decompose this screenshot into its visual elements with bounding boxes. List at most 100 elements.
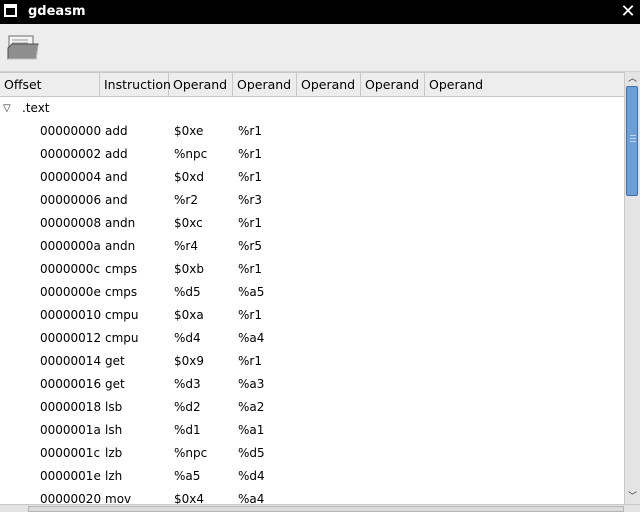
column-header-instruction[interactable]: Instruction [100,73,171,96]
operand-2-cell: %d4 [238,469,265,483]
operand-2-cell: %r1 [238,216,262,230]
instruction-cell: cmpu [105,308,139,322]
offset-cell: 0000000a [40,239,101,253]
operand-2-cell: %r1 [238,170,262,184]
row-list: ▽ .text 00000000 add $0xe %r1 00000002 add %np… [0,97,624,504]
offset-cell: 0000001a [40,423,101,437]
operand-2-cell: %a3 [238,377,265,391]
horizontal-scrollbar[interactable] [0,504,640,512]
instruction-cell: cmps [105,285,138,299]
column-header-operand-1[interactable]: Operand [169,73,233,96]
column-header-operand-5[interactable]: Operand [425,73,624,96]
instruction-cell: lsh [105,423,123,437]
offset-cell: 0000000c [40,262,101,276]
operand-1-cell: %d4 [174,331,201,345]
operand-1-cell: $0xb [174,262,204,276]
instruction-cell: get [105,377,125,391]
column-header-operand-3[interactable]: Operand [297,73,361,96]
operand-2-cell: %a4 [238,492,265,504]
operand-1-cell: $0x9 [174,354,205,368]
operand-1-cell: %a5 [174,469,201,483]
instruction-cell: andn [105,239,136,253]
table-row[interactable]: 00000010 cmpu $0xa %r1 [0,304,624,327]
section-name: .text [22,101,50,115]
operand-2-cell: %a2 [238,400,265,414]
offset-cell: 00000004 [40,170,102,184]
operand-1-cell: %d3 [174,377,201,391]
table-row[interactable]: 00000020 mov $0x4 %a4 [0,488,624,504]
table-row[interactable]: 00000006 and %r2 %r3 [0,189,624,212]
table-row[interactable]: 00000016 get %d3 %a3 [0,373,624,396]
table-row[interactable]: 00000014 get $0x9 %r1 [0,350,624,373]
operand-1-cell: %r4 [174,239,198,253]
operand-2-cell: %r1 [238,124,262,138]
column-header-operand-4[interactable]: Operand [361,73,425,96]
table-row[interactable]: 00000008 andn $0xc %r1 [0,212,624,235]
instruction-cell: add [105,124,128,138]
table-row[interactable]: 0000000c cmps $0xb %r1 [0,258,624,281]
grip-icon [630,135,636,142]
section-row[interactable]: ▽ .text [0,97,624,120]
table-row[interactable]: 0000000a andn %r4 %r5 [0,235,624,258]
window-title: gdeasm [28,4,86,19]
window-menu-icon[interactable] [4,4,17,17]
operand-1-cell: %d5 [174,285,201,299]
table-row[interactable]: 0000001a lsh %d1 %a1 [0,419,624,442]
column-header-offset[interactable]: Offset [0,73,100,96]
scroll-thumb[interactable] [626,86,638,196]
operand-1-cell: $0xc [174,216,203,230]
table-row[interactable]: 00000012 cmpu %d4 %a4 [0,327,624,350]
column-header-operand-2[interactable]: Operand [233,73,297,96]
operand-2-cell: %a4 [238,331,265,345]
instruction-cell: and [105,170,128,184]
operand-2-cell: %d5 [238,446,265,460]
offset-cell: 00000018 [40,400,102,414]
operand-2-cell: %r1 [238,147,262,161]
table-row[interactable]: 00000000 add $0xe %r1 [0,120,624,143]
instruction-cell: andn [105,216,136,230]
operand-2-cell: %a5 [238,285,265,299]
operand-1-cell: %npc [174,446,208,460]
table-row[interactable]: 0000001c lzb %npc %d5 [0,442,624,465]
table-row[interactable]: 0000000e cmps %d5 %a5 [0,281,624,304]
horizontal-scroll-thumb[interactable] [28,506,624,512]
operand-2-cell: %r3 [238,193,262,207]
operand-1-cell: %npc [174,147,208,161]
offset-cell: 00000020 [40,492,102,504]
close-icon: ✕ [620,1,636,22]
operand-1-cell: $0xd [174,170,204,184]
offset-cell: 00000008 [40,216,102,230]
operand-2-cell: %r1 [238,262,262,276]
table-row[interactable]: 00000018 lsb %d2 %a2 [0,396,624,419]
table-row[interactable]: 0000001e lzh %a5 %d4 [0,465,624,488]
offset-cell: 0000001c [40,446,101,460]
vertical-scrollbar[interactable]: ︿ ﹀ [624,72,640,504]
instruction-cell: cmpu [105,331,139,345]
close-button[interactable]: ✕ [618,2,638,22]
offset-cell: 00000014 [40,354,102,368]
scroll-down-icon[interactable]: ﹀ [625,490,640,504]
toolbar [0,24,640,72]
instruction-cell: add [105,147,128,161]
instruction-cell: lzh [105,469,123,483]
operand-2-cell: %r5 [238,239,262,253]
offset-cell: 0000000e [40,285,101,299]
instruction-cell: lsb [105,400,123,414]
operand-1-cell: $0x4 [174,492,205,504]
table-row[interactable]: 00000004 and $0xd %r1 [0,166,624,189]
operand-1-cell: %r2 [174,193,198,207]
offset-cell: 00000016 [40,377,102,391]
disassembly-tree-view[interactable]: Offset Instruction Operand Operand Opera… [0,72,624,504]
open-file-button[interactable] [6,32,42,64]
instruction-cell: lzb [105,446,123,460]
operand-2-cell: %r1 [238,308,262,322]
expander-down-icon[interactable]: ▽ [3,97,11,120]
operand-2-cell: %r1 [238,354,262,368]
offset-cell: 00000000 [40,124,102,138]
column-header-bar: Offset Instruction Operand Operand Opera… [0,73,624,97]
scroll-up-icon[interactable]: ︿ [625,72,640,86]
table-row[interactable]: 00000002 add %npc %r1 [0,143,624,166]
instruction-cell: mov [105,492,132,504]
offset-cell: 00000006 [40,193,102,207]
operand-1-cell: $0xa [174,308,204,322]
